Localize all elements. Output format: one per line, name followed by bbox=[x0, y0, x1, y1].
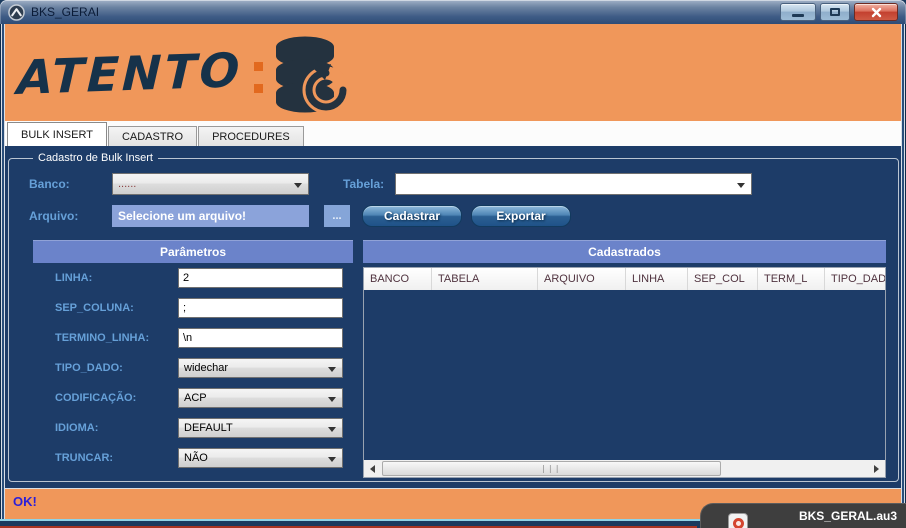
sep-coluna-label: SEP_COLUNA: bbox=[55, 302, 134, 314]
cadastrados-header: Cadastrados bbox=[363, 240, 886, 263]
param-row-idioma: IDIOMA: DEFAULT bbox=[33, 413, 353, 443]
title-bar: BKS_GERAI bbox=[0, 0, 906, 24]
tipo-dado-value: widechar bbox=[184, 362, 229, 374]
close-button[interactable] bbox=[854, 3, 898, 21]
minimize-button[interactable] bbox=[780, 3, 816, 21]
codificacao-value: ACP bbox=[184, 392, 207, 404]
browse-button[interactable]: ... bbox=[324, 205, 350, 227]
truncar-dropdown[interactable]: NÃO bbox=[178, 448, 343, 468]
atento-logo: ATENTO bbox=[16, 43, 244, 106]
chevron-down-icon bbox=[328, 427, 336, 432]
status-message: OK! bbox=[13, 494, 37, 509]
groupbox-title: Cadastro de Bulk Insert bbox=[38, 152, 153, 164]
autoit-app-icon bbox=[8, 3, 25, 21]
param-row-linha: LINHA: bbox=[33, 263, 353, 293]
tray-tooltip-text: BKS_GERAL.au3 bbox=[798, 509, 897, 523]
parametros-panel: Parâmetros LINHA: SEP_COLUNA: TERMINO_LI… bbox=[33, 240, 353, 478]
banco-dropdown[interactable]: ...... bbox=[112, 173, 309, 195]
table-header-row: BANCO TABELA ARQUIVO LINHA SEP_COL TERM_… bbox=[364, 268, 885, 290]
close-icon bbox=[871, 7, 881, 17]
linha-input[interactable] bbox=[178, 268, 343, 288]
scroll-right-arrow-icon[interactable] bbox=[868, 460, 885, 477]
tray-tooltip: BKS_GERAL.au3 bbox=[700, 503, 906, 528]
column-header-linha[interactable]: LINHA bbox=[626, 268, 688, 290]
column-header-arquivo[interactable]: ARQUIVO bbox=[538, 268, 626, 290]
cadastrar-button[interactable]: Cadastrar bbox=[362, 205, 462, 227]
maximize-icon bbox=[830, 8, 840, 16]
horizontal-scrollbar[interactable]: ||| bbox=[364, 460, 885, 477]
column-header-term-l[interactable]: TERM_L bbox=[758, 268, 825, 290]
arquivo-field[interactable]: Selecione um arquivo! bbox=[112, 205, 309, 227]
parametros-header: Parâmetros bbox=[33, 240, 353, 263]
codificacao-dropdown[interactable]: ACP bbox=[178, 388, 343, 408]
database-refresh-icon bbox=[276, 36, 348, 113]
tab-strip: BULK INSERT CADASTRO PROCEDURES bbox=[5, 121, 901, 146]
termino-linha-label: TERMINO_LINHA: bbox=[55, 332, 150, 344]
tabela-dropdown[interactable] bbox=[395, 173, 752, 195]
param-row-tipo-dado: TIPO_DADO: widechar bbox=[33, 353, 353, 383]
linha-label: LINHA: bbox=[55, 272, 93, 284]
column-header-banco[interactable]: BANCO bbox=[364, 268, 432, 290]
tab-cadastro[interactable]: CADASTRO bbox=[107, 126, 198, 146]
maximize-button[interactable] bbox=[820, 3, 850, 21]
table-body-empty bbox=[364, 290, 885, 460]
cadastrados-panel: Cadastrados BANCO TABELA ARQUIVO LINHA S… bbox=[363, 240, 886, 478]
tipo-dado-dropdown[interactable]: widechar bbox=[178, 358, 343, 378]
window-border-right bbox=[901, 24, 906, 519]
idioma-dropdown[interactable]: DEFAULT bbox=[178, 418, 343, 438]
chevron-down-icon bbox=[737, 183, 745, 188]
tab-bulk-insert[interactable]: BULK INSERT bbox=[7, 122, 107, 146]
brand-header: ATENTO bbox=[5, 24, 901, 121]
arquivo-label: Arquivo: bbox=[29, 209, 79, 223]
minimize-icon bbox=[792, 13, 804, 17]
chevron-down-icon bbox=[328, 457, 336, 462]
bulk-insert-page: Cadastro de Bulk Insert Banco: ...... Ta… bbox=[5, 146, 901, 488]
chevron-down-icon bbox=[328, 397, 336, 402]
logo-colon bbox=[254, 62, 264, 93]
column-header-sep-col[interactable]: SEP_COL bbox=[688, 268, 758, 290]
window-title: BKS_GERAI bbox=[31, 5, 100, 19]
param-row-codificacao: CODIFICAÇÃO: ACP bbox=[33, 383, 353, 413]
app-window: BKS_GERAI ATENTO BULK INSERT CADASTRO PR… bbox=[0, 0, 906, 528]
autoit-tray-icon bbox=[728, 513, 748, 528]
idioma-value: DEFAULT bbox=[184, 422, 233, 434]
codificacao-label: CODIFICAÇÃO: bbox=[55, 392, 137, 404]
banco-value: ...... bbox=[118, 178, 137, 190]
banco-label: Banco: bbox=[29, 177, 70, 191]
column-header-tipo-dado[interactable]: TIPO_DADO bbox=[825, 268, 885, 290]
sep-coluna-input[interactable] bbox=[178, 298, 343, 318]
chevron-down-icon bbox=[328, 367, 336, 372]
cadastrados-table: BANCO TABELA ARQUIVO LINHA SEP_COL TERM_… bbox=[363, 267, 886, 478]
idioma-label: IDIOMA: bbox=[55, 422, 99, 434]
cadastro-groupbox: Cadastro de Bulk Insert Banco: ...... Ta… bbox=[8, 152, 899, 482]
termino-linha-input[interactable] bbox=[178, 328, 343, 348]
scrollbar-thumb[interactable]: ||| bbox=[382, 461, 721, 476]
exportar-button[interactable]: Exportar bbox=[471, 205, 571, 227]
truncar-value: NÃO bbox=[184, 452, 208, 464]
tipo-dado-label: TIPO_DADO: bbox=[55, 362, 123, 374]
param-row-termino-linha: TERMINO_LINHA: bbox=[33, 323, 353, 353]
param-row-truncar: TRUNCAR: NÃO bbox=[33, 443, 353, 473]
window-controls bbox=[780, 3, 898, 21]
param-row-sep-coluna: SEP_COLUNA: bbox=[33, 293, 353, 323]
scroll-left-arrow-icon[interactable] bbox=[364, 460, 381, 477]
chevron-down-icon bbox=[294, 183, 302, 188]
truncar-label: TRUNCAR: bbox=[55, 452, 114, 464]
tabela-label: Tabela: bbox=[343, 177, 385, 191]
tab-procedures[interactable]: PROCEDURES bbox=[198, 126, 304, 146]
column-header-tabela[interactable]: TABELA bbox=[432, 268, 538, 290]
